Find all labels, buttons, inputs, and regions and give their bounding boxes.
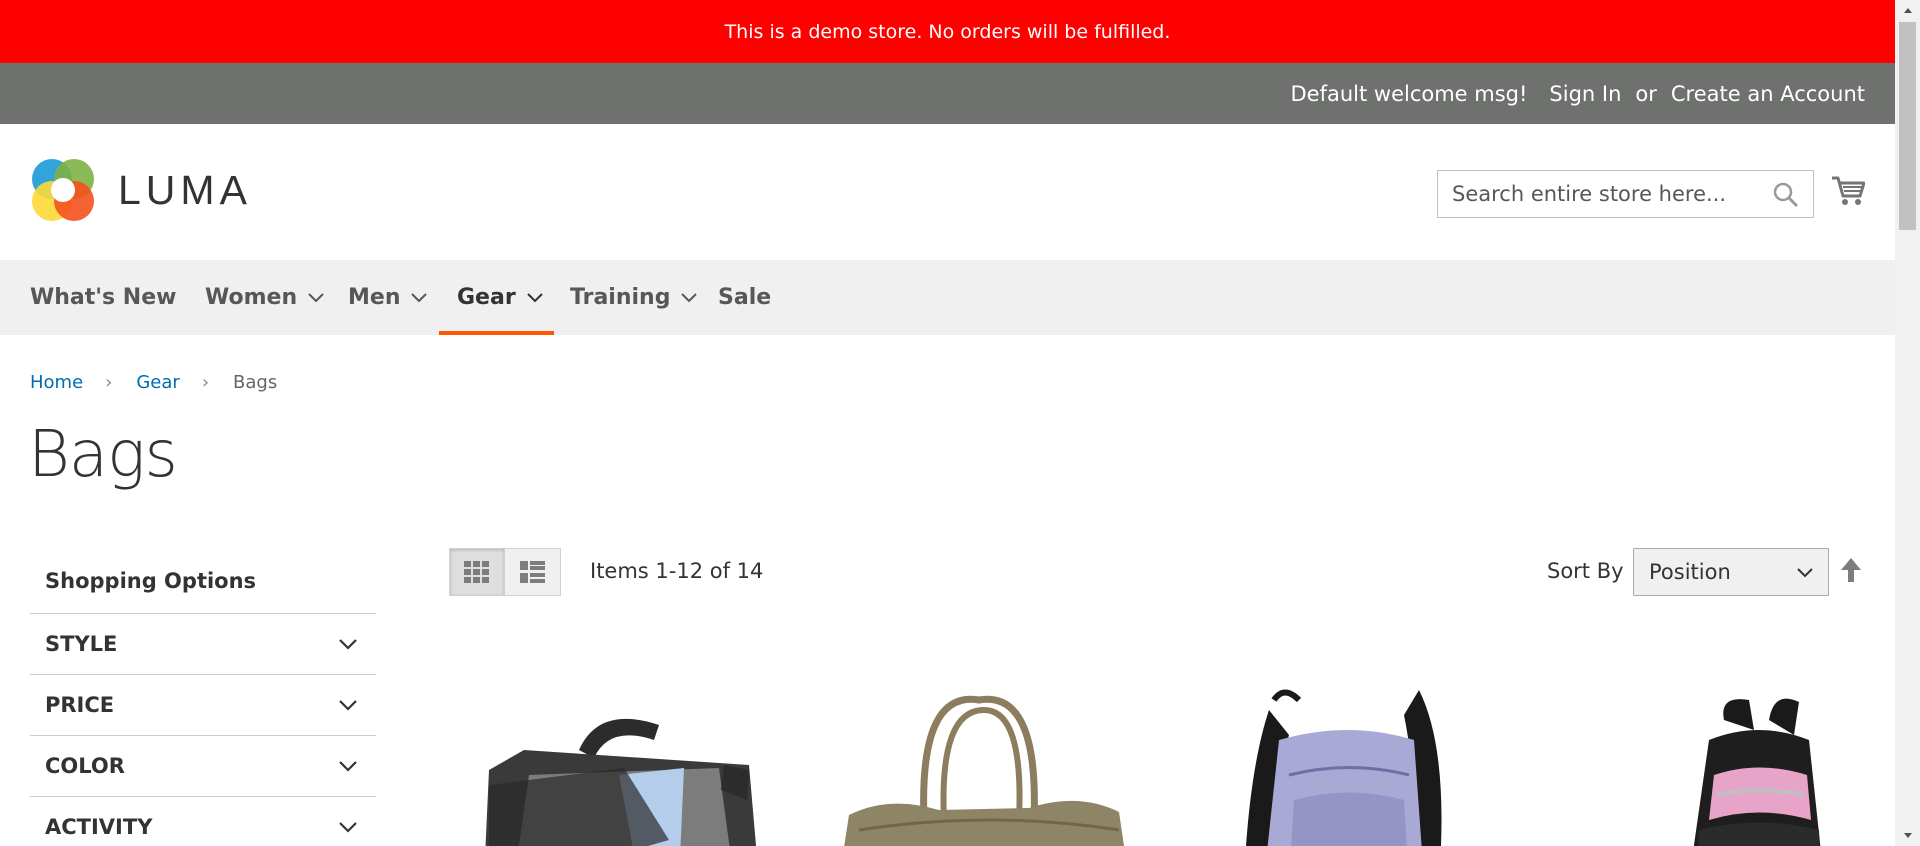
nav-item-women[interactable]: Women	[205, 260, 325, 335]
chevron-down-icon	[1797, 568, 1813, 578]
sort-by-label: Sort By	[1547, 559, 1624, 583]
cart-icon[interactable]	[1831, 174, 1865, 208]
main-navigation: What's New Women Men Gear Training Sale	[0, 260, 1895, 335]
filter-price[interactable]: PRICE	[30, 675, 376, 736]
scrollbar-thumb[interactable]	[1899, 22, 1916, 230]
nav-item-men[interactable]: Men	[348, 260, 428, 335]
chevron-down-icon	[526, 292, 543, 302]
chevron-down-icon	[308, 292, 324, 302]
luma-logo-icon	[32, 159, 94, 221]
toolbar-amount: Items 1-12 of 14	[590, 559, 764, 583]
product-item-tote-bag[interactable]	[829, 680, 1149, 846]
nav-item-sale[interactable]: Sale	[718, 260, 771, 335]
panel-header: Default welcome msg! Sign In or Create a…	[0, 63, 1895, 124]
filter-label: PRICE	[45, 693, 115, 717]
breadcrumb-separator: ›	[105, 372, 113, 393]
nav-item-label: Sale	[718, 285, 772, 310]
breadcrumb-current: Bags	[233, 372, 278, 393]
list-view-button[interactable]	[505, 548, 561, 596]
sidebar-filters: Shopping Options STYLE PRICE COLOR ACTIV…	[30, 548, 376, 846]
product-image-tote-bag	[844, 695, 1124, 846]
logo[interactable]: LUMA	[30, 157, 252, 223]
nav-item-label: Men	[348, 285, 401, 310]
filter-label: COLOR	[45, 754, 125, 778]
filter-color[interactable]: COLOR	[30, 736, 376, 797]
sign-in-link[interactable]: Sign In	[1549, 82, 1621, 106]
product-image-backpack-lavender	[1246, 689, 1442, 846]
welcome-message: Default welcome msg!	[1290, 81, 1528, 106]
shopping-options-title: Shopping Options	[30, 548, 376, 614]
page-title: Bags	[28, 418, 178, 492]
chevron-down-icon	[339, 700, 357, 711]
product-image-messenger-bag	[485, 718, 757, 846]
view-mode-switcher	[449, 548, 561, 596]
breadcrumb-separator: ›	[201, 372, 210, 393]
grid-view-button[interactable]	[449, 548, 505, 596]
filter-label: STYLE	[45, 632, 118, 656]
scroll-down-arrow-icon[interactable]	[1895, 826, 1920, 846]
nav-item-label: What's New	[30, 285, 177, 310]
nav-item-label: Women	[205, 285, 298, 310]
product-grid	[449, 680, 1865, 846]
create-account-link[interactable]: Create an Account	[1671, 82, 1865, 106]
nav-item-training[interactable]: Training	[570, 260, 698, 335]
sort-direction-arrow-up-icon[interactable]	[1839, 556, 1863, 586]
sort-by-select[interactable]: Position	[1633, 548, 1829, 596]
search-box	[1437, 170, 1814, 218]
product-item-backpack-pink[interactable]	[1549, 680, 1865, 846]
breadcrumb: Home › Gear › Bags	[30, 372, 277, 393]
product-image-backpack-pink	[1693, 698, 1821, 846]
chevron-down-icon	[339, 822, 357, 833]
list-icon	[519, 561, 545, 583]
or-text: or	[1635, 81, 1657, 106]
demo-notice-text: This is a demo store. No orders will be …	[724, 20, 1171, 43]
chevron-down-icon	[339, 761, 357, 772]
nav-item-label: Training	[570, 285, 671, 310]
grid-icon	[464, 561, 489, 583]
filter-activity[interactable]: ACTIVITY	[30, 797, 376, 846]
demo-notice-bar: This is a demo store. No orders will be …	[0, 0, 1895, 63]
logo-text: LUMA	[118, 166, 252, 213]
search-input[interactable]	[1438, 171, 1768, 217]
chevron-down-icon	[411, 292, 428, 302]
nav-item-whats-new[interactable]: What's New	[30, 260, 176, 335]
filter-label: ACTIVITY	[45, 815, 153, 839]
breadcrumb-home[interactable]: Home	[30, 372, 83, 393]
product-item-messenger-bag[interactable]	[469, 680, 789, 846]
sort-by-value: Position	[1649, 560, 1731, 584]
chevron-down-icon	[339, 639, 357, 650]
chevron-down-icon	[681, 292, 698, 302]
scroll-up-arrow-icon[interactable]	[1895, 0, 1920, 20]
products-toolbar: Items 1-12 of 14 Sort By Position	[449, 548, 1865, 596]
page-scrollbar[interactable]	[1895, 0, 1920, 846]
filter-style[interactable]: STYLE	[30, 614, 376, 675]
nav-item-label: Gear	[457, 285, 516, 310]
breadcrumb-gear[interactable]: Gear	[136, 372, 179, 393]
site-header: LUMA	[0, 124, 1895, 260]
search-icon[interactable]	[1773, 182, 1799, 208]
nav-item-gear[interactable]: Gear	[439, 260, 554, 335]
product-item-backpack-lavender[interactable]	[1189, 680, 1509, 846]
